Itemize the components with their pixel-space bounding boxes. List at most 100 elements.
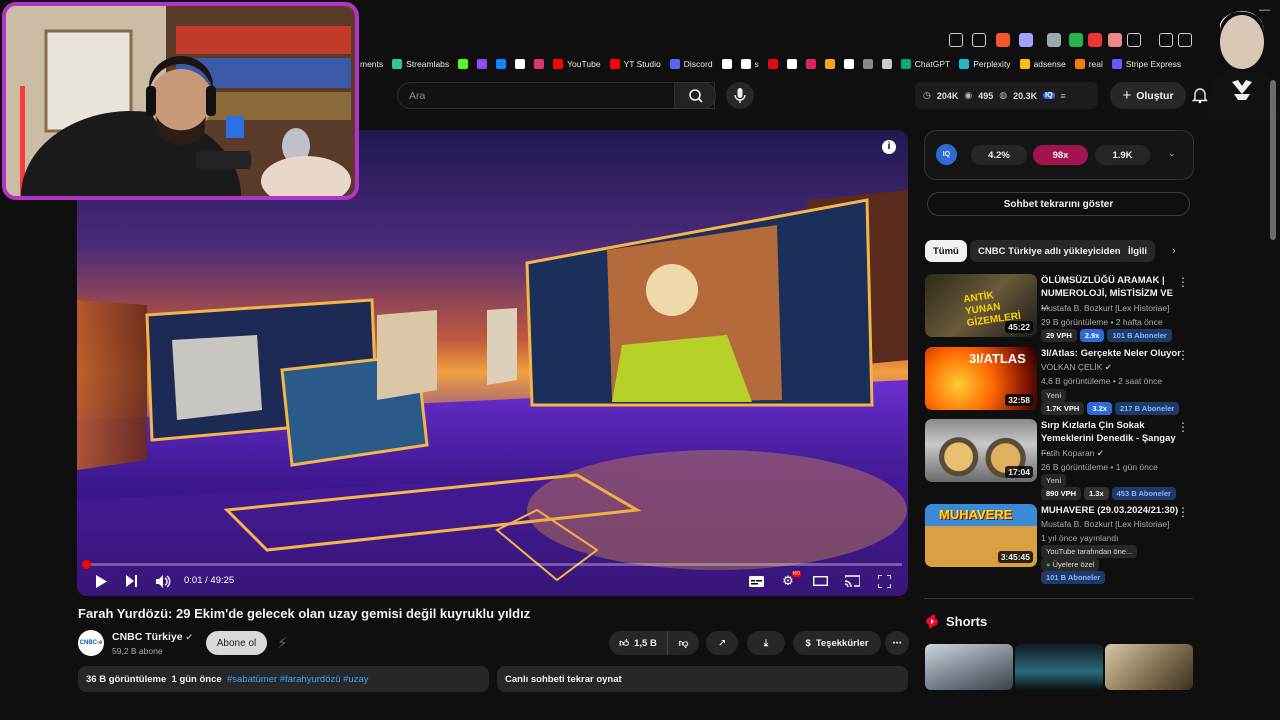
progress-scrubber[interactable] bbox=[82, 560, 91, 569]
short-thumbnail[interactable] bbox=[925, 644, 1013, 690]
subscribe-button[interactable]: Abone ol bbox=[206, 631, 267, 655]
like-button[interactable]: 👍︎ 1,5 B bbox=[609, 631, 667, 655]
chevron-right-icon[interactable]: › bbox=[1172, 245, 1176, 257]
bookmark-item[interactable]: ChatGPT bbox=[900, 59, 950, 69]
chip-related[interactable]: İlgili bbox=[1120, 240, 1155, 262]
bookmark-item[interactable]: Discord bbox=[669, 59, 713, 69]
video-thumbnail[interactable]: ANTİK YUNAN GİZEMLERİ 45:22 bbox=[925, 274, 1037, 337]
fullscreen-icon[interactable] bbox=[875, 572, 893, 590]
more-icon[interactable]: ⋮ bbox=[1177, 420, 1189, 434]
bookmark-item[interactable] bbox=[477, 59, 488, 69]
extension-icon[interactable] bbox=[1108, 33, 1122, 47]
extension-icon[interactable] bbox=[1088, 33, 1102, 47]
list-icon[interactable]: ≡ bbox=[1061, 91, 1066, 101]
share-icon[interactable] bbox=[972, 33, 986, 47]
cast-icon[interactable] bbox=[843, 572, 861, 590]
bookmark-item[interactable] bbox=[721, 59, 732, 69]
progress-bar[interactable] bbox=[84, 563, 902, 566]
streamlabs-icon bbox=[392, 59, 403, 69]
subtitles-icon[interactable] bbox=[747, 572, 765, 590]
brave-shield-icon[interactable] bbox=[996, 33, 1010, 47]
bookmark-item[interactable]: adsense bbox=[1019, 59, 1066, 69]
video-title: 3I/Atlas: Gerçekte Neler Oluyor bbox=[1041, 348, 1181, 359]
video-thumbnail[interactable]: MUHAVERE 3:45:45 bbox=[925, 504, 1037, 567]
channel-name: Mustafa B. Bozkurt [Lex Historiae] bbox=[1041, 303, 1170, 313]
thanks-button[interactable]: $ Teşekkürler bbox=[793, 631, 881, 655]
theater-mode-icon[interactable] bbox=[811, 572, 829, 590]
bookmark-item[interactable]: Streamlabs bbox=[392, 59, 449, 69]
bookmark-item[interactable] bbox=[534, 59, 545, 69]
webcam-feed bbox=[6, 6, 355, 196]
download-button[interactable]: ⤓ bbox=[747, 631, 785, 655]
iq-icon[interactable]: IQ bbox=[1043, 92, 1055, 99]
chevron-down-icon[interactable]: ⌄ bbox=[1168, 148, 1176, 159]
media-icon[interactable] bbox=[1159, 33, 1173, 47]
bookmark-item[interactable] bbox=[767, 59, 778, 69]
more-icon[interactable]: ⋮ bbox=[1177, 275, 1189, 289]
video-duration: 32:58 bbox=[1005, 394, 1033, 406]
create-button[interactable]: + Oluştur bbox=[1110, 82, 1186, 109]
thanks-icon: $ bbox=[805, 637, 811, 649]
next-icon[interactable] bbox=[123, 572, 141, 590]
more-icon[interactable]: ⋮ bbox=[1177, 505, 1189, 519]
bookmark-item[interactable]: Stripe Express bbox=[1111, 59, 1181, 69]
stats-widget[interactable]: ◷ 204K ◉ 495 ◍ 20.3K IQ ≡ bbox=[915, 82, 1098, 109]
chat-replay-box[interactable]: Canlı sohbeti tekrar oynat bbox=[497, 666, 908, 692]
info-icon[interactable]: i bbox=[882, 140, 896, 154]
bookmark-item[interactable] bbox=[496, 59, 507, 69]
perplexity-icon bbox=[959, 59, 970, 69]
share-button[interactable]: ↗ bbox=[706, 631, 738, 655]
short-thumbnail[interactable] bbox=[1105, 644, 1193, 690]
show-chat-replay-button[interactable]: Sohbet tekrarını göster bbox=[927, 192, 1190, 216]
bookmark-item[interactable] bbox=[862, 59, 873, 69]
channel-name: Fatih Koparan ✔ bbox=[1041, 448, 1104, 458]
extension-icon[interactable] bbox=[1069, 33, 1083, 47]
bookmark-item[interactable]: s bbox=[740, 59, 759, 69]
page-scrollbar[interactable] bbox=[1270, 80, 1276, 240]
bookmark-item[interactable] bbox=[881, 59, 892, 69]
recommendation-item[interactable]: MUHAVERE 3:45:45 MUHAVERE (29.03.2024/21… bbox=[925, 504, 1193, 584]
recommendation-item[interactable]: 17:04 Sırp Kızlarla Çin Sokak Yemeklerin… bbox=[925, 419, 1193, 500]
cast-icon[interactable] bbox=[949, 33, 963, 47]
settings-icon[interactable]: ⚙ HD bbox=[779, 571, 801, 590]
description-box[interactable]: 36 B görüntüleme 1 gün önce #sabatümer #… bbox=[78, 666, 489, 692]
more-actions-button[interactable]: ⋯ bbox=[885, 631, 909, 655]
more-icon[interactable]: ⋮ bbox=[1177, 348, 1189, 362]
views-icon: ◷ bbox=[923, 90, 931, 100]
extension-icon[interactable] bbox=[1047, 33, 1061, 47]
lightning-icon[interactable]: ⚡ bbox=[277, 634, 288, 652]
video-title: Farah Yurdözü: 29 Ekim'de gelecek olan u… bbox=[78, 606, 531, 621]
bookmark-item[interactable] bbox=[458, 59, 469, 69]
bookmark-item[interactable] bbox=[843, 59, 854, 69]
bookmark-item[interactable] bbox=[805, 59, 816, 69]
short-thumbnail[interactable] bbox=[1015, 644, 1103, 690]
channel-name[interactable]: CNBC Türkiye ✔ bbox=[112, 631, 193, 643]
volume-icon[interactable] bbox=[154, 572, 172, 590]
bookmark-item[interactable]: Perplexity bbox=[959, 59, 1011, 69]
channel-avatar[interactable]: CNBC-e bbox=[78, 630, 104, 656]
thumbs-up-icon: 👍︎ bbox=[619, 638, 630, 649]
bookmark-item[interactable]: YT Studio bbox=[609, 59, 661, 69]
bookmark-item[interactable] bbox=[786, 59, 797, 69]
voice-search-button[interactable] bbox=[726, 82, 754, 109]
extension-icon[interactable] bbox=[1127, 33, 1141, 47]
bookmark-item[interactable]: real bbox=[1074, 59, 1103, 69]
search-input[interactable]: Ara bbox=[397, 82, 715, 109]
bookmark-item[interactable]: YouTube bbox=[553, 59, 601, 69]
chip-all[interactable]: Tümü bbox=[925, 240, 967, 262]
video-thumbnail[interactable]: 17:04 bbox=[925, 419, 1037, 482]
hashtags[interactable]: #sabatümer #farahyurdözü #uzay bbox=[227, 674, 369, 685]
bookmark-item[interactable]: ments bbox=[360, 59, 383, 69]
dislike-button[interactable]: 👎︎ bbox=[667, 631, 699, 655]
brave-rewards-icon[interactable] bbox=[1019, 33, 1033, 47]
recommendation-item[interactable]: 3I/ATLAS 32:58 3I/Atlas: Gerçekte Neler … bbox=[925, 347, 1193, 415]
recommendation-item[interactable]: ANTİK YUNAN GİZEMLERİ 45:22 ÖLÜMSÜZLÜĞÜ … bbox=[925, 274, 1193, 342]
bookmark-item[interactable] bbox=[515, 59, 526, 69]
chip-from-uploader[interactable]: CNBC Türkiye adlı yükleyiciden bbox=[970, 240, 1129, 262]
search-button[interactable] bbox=[674, 82, 716, 109]
play-icon[interactable] bbox=[92, 572, 110, 590]
video-thumbnail[interactable]: 3I/ATLAS 32:58 bbox=[925, 347, 1037, 410]
bookmark-item[interactable] bbox=[824, 59, 835, 69]
thumbnail-text: 3I/ATLAS bbox=[969, 351, 1026, 366]
sidebar-icon[interactable] bbox=[1178, 33, 1192, 47]
